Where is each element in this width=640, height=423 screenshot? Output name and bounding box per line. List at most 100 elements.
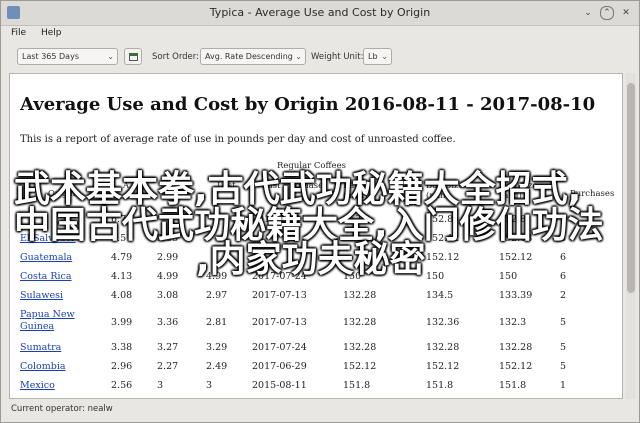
last-rate: 3.08	[157, 290, 179, 301]
last-rate: 2.27	[157, 361, 179, 372]
scrollbar-thumb[interactable]	[627, 83, 635, 293]
weight-unit-select[interactable]: Lb ⌄	[363, 48, 392, 65]
bag-min: 152.12	[426, 361, 460, 372]
bag-max: 152.12	[343, 361, 377, 372]
bag-min: 152.12	[426, 252, 460, 263]
sort-order-label: Sort Order:	[152, 52, 199, 62]
purchases: 2	[560, 290, 567, 301]
bag-min: 151.8	[426, 380, 454, 391]
origin-link[interactable]: Costa Rica	[20, 271, 72, 283]
weight-unit-value: Lb	[368, 52, 378, 61]
last-purchase: 2017-07-24	[252, 271, 307, 282]
origin-link[interactable]: Sumatra	[20, 342, 61, 354]
bag-avg: 152.8	[499, 214, 527, 225]
bag-max: 151.8	[343, 380, 371, 391]
sort-order-value: Avg. Rate Descending	[205, 52, 293, 61]
column-last-purchase: Last Purchase	[262, 181, 324, 191]
bag-min: 150	[426, 271, 445, 282]
bag-max: 132.28	[343, 342, 377, 353]
window-title: Typica - Average Use and Cost by Origin	[209, 6, 431, 19]
maximize-icon[interactable]: ⌃	[600, 6, 614, 20]
origin-link[interactable]: Mexico	[20, 380, 55, 392]
report-description: This is a report of average rate of use …	[20, 134, 456, 145]
avg-rate: 3.99	[111, 317, 133, 328]
table-row: Sulawesi 4.08 3.08 2.97 2017-07-13 132.2…	[10, 290, 610, 308]
minimize-icon[interactable]: ⌄	[581, 6, 595, 20]
table-row: Mexico 2.56 3 3 2015-08-11 151.8 151.8 1…	[10, 380, 610, 398]
purchases: 1	[560, 380, 567, 391]
group-header: Regular Coffees	[277, 161, 346, 171]
title-bar: Typica - Average Use and Cost by Origin …	[1, 1, 639, 26]
bag-avg: 152.12	[499, 252, 533, 263]
avg-rate: 2.96	[111, 361, 133, 372]
purchases: 6	[560, 271, 567, 282]
avg-rate: 4.08	[111, 290, 133, 301]
date-range-select[interactable]: Last 365 Days ⌄	[17, 48, 118, 65]
last-purchase: 2015-08-11	[252, 380, 307, 391]
last-rate-2: 2.81	[206, 317, 228, 328]
avg-rate: 6.51	[111, 233, 133, 244]
purchases: 3	[560, 233, 567, 244]
column-purchases: Purchases	[570, 189, 615, 199]
toolbar: Last 365 Days ⌄ Sort Order: Avg. Rate De…	[1, 45, 639, 71]
chevron-down-icon: ⌄	[107, 52, 114, 61]
table-row: El Salvador 6.51 3.55 152.12 152.08 3	[10, 233, 610, 251]
avg-rate: 2.56	[111, 380, 133, 391]
last-rate: 3.27	[157, 342, 179, 353]
bag-min: 152.12	[426, 233, 460, 244]
origin-link[interactable]: El Salvador	[20, 233, 76, 245]
last-rate: 3.36	[157, 317, 179, 328]
calendar-button[interactable]	[124, 48, 142, 65]
last-rate-2: 4.99	[206, 271, 228, 282]
bag-min: 152.8	[426, 214, 454, 225]
last-rate: 4.99	[157, 271, 179, 282]
weight-unit-label: Weight Unit:	[311, 52, 364, 62]
table-row: Colombia 2.96 2.27 2.49 2017-06-29 152.1…	[10, 361, 610, 379]
origin-link[interactable]: Papua New Guinea	[20, 309, 90, 333]
table-row: Costa Rica 4.13 4.99 4.99 2017-07-24 150…	[10, 271, 610, 289]
bag-avg: 132.3	[499, 317, 527, 328]
table-row: Papua New Guinea 3.99 3.36 2.81 2017-07-…	[10, 309, 610, 337]
purchases: 6	[560, 252, 567, 263]
calendar-icon	[129, 53, 138, 61]
avg-rate: 4.79	[111, 252, 133, 263]
bag-max: 152.8	[343, 214, 371, 225]
bag-avg: 152.12	[499, 361, 533, 372]
column-origin: Origin	[48, 189, 76, 199]
status-bar: Current operator: nealw	[11, 404, 113, 414]
purchases: 5	[560, 361, 567, 372]
bag-avg: 150	[499, 271, 518, 282]
origin-link[interactable]: Guatemala	[20, 252, 72, 264]
last-purchase: 2017-07-24	[252, 342, 307, 353]
last-purchase: 2017-07-13	[252, 290, 307, 301]
bag-min: 132.36	[426, 317, 460, 328]
bag-min: 134.5	[426, 290, 454, 301]
sort-order-select[interactable]: Avg. Rate Descending ⌄	[200, 48, 306, 65]
menu-help[interactable]: Help	[41, 28, 62, 38]
last-rate-2: 2.97	[206, 290, 228, 301]
bag-avg: 151.8	[499, 380, 527, 391]
close-icon[interactable]: ✕	[619, 6, 633, 20]
last-rate: 3	[157, 380, 164, 391]
last-purchase: 2017-06-29	[252, 361, 307, 372]
chevron-down-icon: ⌄	[381, 52, 388, 61]
origin-link[interactable]: Sulawesi	[20, 290, 63, 302]
origin-link[interactable]: Colombia	[20, 361, 66, 373]
table-row: 6.7 2016-12-21 152.8 152.8 152.8	[10, 214, 610, 232]
bag-avg: 133.39	[499, 290, 533, 301]
bag-min: 132.28	[426, 342, 460, 353]
avg-rate: 6.7	[111, 214, 127, 225]
app-window: Typica - Average Use and Cost by Origin …	[0, 0, 640, 423]
column-bag-max: Bag Size (max)	[343, 181, 381, 201]
last-rate-2: 3	[206, 380, 213, 391]
menu-file[interactable]: File	[11, 28, 26, 38]
column-bag-avg: Bag Size (avg)	[500, 181, 538, 201]
column-bag-min: Bag Size (min)	[426, 181, 464, 201]
date-range-value: Last 365 Days	[22, 52, 79, 61]
bag-avg: 152.08	[499, 233, 533, 244]
bag-max: 150	[343, 271, 362, 282]
avg-rate: 3.38	[111, 342, 133, 353]
vertical-scrollbar[interactable]	[626, 73, 636, 399]
table-row: Sumatra 3.38 3.27 3.29 2017-07-24 132.28…	[10, 342, 610, 360]
purchases: 5	[560, 342, 567, 353]
